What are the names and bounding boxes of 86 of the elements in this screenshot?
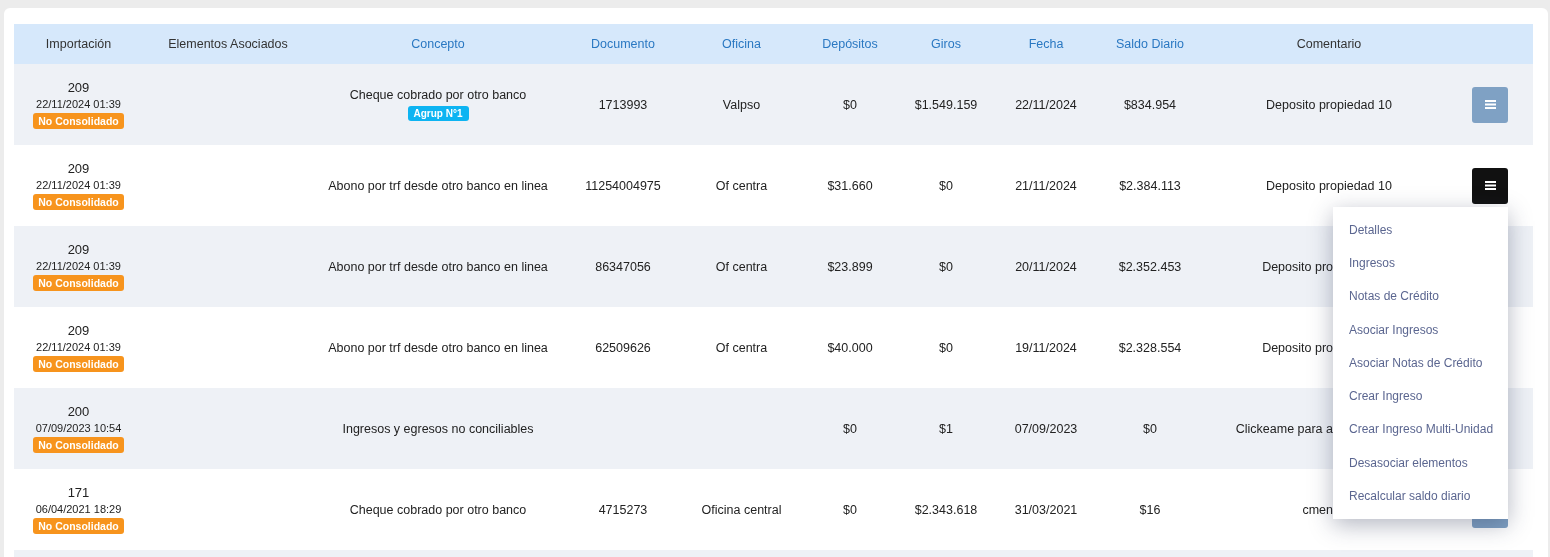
document-number: 86347056 — [595, 259, 651, 274]
withdrawal-amount: $0 — [939, 259, 953, 274]
document-number: 11254004975 — [585, 178, 661, 193]
menu-item[interactable]: Ingresos — [1333, 246, 1508, 280]
import-date: 22/11/2024 01:39 — [36, 98, 121, 110]
concept-text: Abono por trf desde otro banco en linea — [328, 259, 548, 274]
import-number: 200 — [67, 404, 90, 419]
column-header: Comentario — [1296, 37, 1362, 51]
document-number: 62509626 — [595, 340, 651, 355]
comment-text: Deposito pro — [1262, 259, 1333, 274]
column-header: Elementos Asociados — [168, 37, 288, 51]
menu-item[interactable]: Asociar Notas de Crédito — [1333, 346, 1508, 380]
daily-balance: $0 — [1143, 421, 1157, 436]
sortable-column-header[interactable]: Depósitos — [822, 37, 878, 51]
daily-balance: $16 — [1139, 502, 1161, 517]
transaction-date: 07/09/2023 — [1014, 421, 1078, 436]
daily-balance: $2.328.554 — [1118, 340, 1182, 355]
import-number: 209 — [67, 80, 90, 95]
comment-text: Deposito pro — [1262, 340, 1333, 355]
import-number: 171 — [67, 485, 90, 500]
menu-icon — [1484, 100, 1496, 109]
daily-balance: $2.352.453 — [1118, 259, 1182, 274]
menu-icon — [1484, 181, 1496, 190]
withdrawal-amount: $0 — [939, 178, 953, 193]
status-badge: No Consolidado — [33, 437, 124, 453]
comment-text: Deposito propiedad 10 — [1266, 178, 1392, 193]
column-header: Importación — [45, 37, 112, 51]
withdrawal-amount: $1 — [939, 421, 953, 436]
import-date: 22/11/2024 01:39 — [36, 260, 121, 272]
transaction-date: 19/11/2024 — [1015, 340, 1077, 355]
sortable-column-header[interactable]: Giros — [931, 37, 961, 51]
menu-item[interactable]: Crear Ingreso — [1333, 379, 1508, 413]
deposit-amount: $31.660 — [827, 178, 873, 193]
sortable-column-header[interactable]: Concepto — [411, 37, 465, 51]
transaction-date: 20/11/2024 — [1015, 259, 1077, 274]
import-date: 06/04/2021 18:29 — [35, 503, 122, 515]
daily-balance: $834.954 — [1123, 97, 1177, 112]
withdrawal-amount: $1.549.159 — [914, 97, 978, 112]
menu-item[interactable]: Recalcular saldo diario — [1333, 479, 1508, 513]
menu-item[interactable]: Crear Ingreso Multi-Unidad — [1333, 412, 1508, 447]
office-name: Oficina central — [701, 502, 782, 517]
import-number: 209 — [67, 242, 90, 257]
office-name: Of centra — [715, 178, 768, 193]
import-number: 209 — [67, 161, 90, 176]
deposit-amount: $0 — [843, 97, 857, 112]
deposit-amount: $0 — [843, 502, 857, 517]
office-name: Valpso — [722, 97, 761, 112]
office-name: Of centra — [715, 340, 768, 355]
comment-text: Clickeame para a — [1235, 421, 1333, 436]
menu-button[interactable] — [1472, 167, 1508, 204]
import-date: 07/09/2023 10:54 — [35, 422, 122, 434]
deposit-amount: $23.899 — [827, 259, 873, 274]
comment-text: cmen — [1302, 502, 1333, 517]
withdrawal-amount: $0 — [939, 340, 953, 355]
daily-balance: $2.384.113 — [1119, 178, 1181, 193]
menu-item[interactable]: Notas de Crédito — [1333, 279, 1508, 313]
document-number: 4715273 — [598, 502, 648, 517]
concept-text: Cheque cobrado por otro banco — [349, 88, 527, 102]
sortable-column-header[interactable]: Fecha — [1028, 37, 1064, 51]
office-name: Of centra — [715, 259, 768, 274]
status-badge: No Consolidado — [33, 194, 124, 210]
document-number: 1713993 — [598, 97, 648, 112]
import-date: 22/11/2024 01:39 — [36, 341, 121, 353]
sortable-column-header[interactable]: Oficina — [722, 37, 761, 51]
menu-item[interactable]: Asociar Ingresos — [1333, 312, 1508, 347]
transaction-date: 21/11/2024 — [1015, 178, 1077, 193]
deposit-amount: $40.000 — [827, 340, 873, 355]
menu-item[interactable]: Desasociar elementos — [1333, 446, 1508, 480]
concept-text: Abono por trf desde otro banco en linea — [328, 340, 548, 355]
status-badge: No Consolidado — [33, 275, 124, 291]
status-badge: No Consolidado — [33, 518, 124, 534]
import-number: 209 — [67, 323, 90, 338]
concept-text: Ingresos y egresos no conciliables — [342, 421, 534, 436]
transaction-date: 22/11/2024 — [1015, 97, 1077, 112]
import-date: 22/11/2024 01:39 — [36, 179, 121, 191]
sortable-column-header[interactable]: Documento — [591, 37, 655, 51]
transaction-date: 31/03/2021 — [1014, 502, 1078, 517]
status-badge: No Consolidado — [33, 113, 124, 129]
deposit-amount: $0 — [843, 421, 857, 436]
concept-text: Cheque cobrado por otro banco — [349, 502, 527, 517]
comment-text: Deposito propiedad 10 — [1266, 97, 1392, 112]
concept-text: Abono por trf desde otro banco en linea — [328, 178, 548, 193]
group-tag: Agrup N°1 — [407, 106, 469, 121]
menu-item[interactable]: Detalles — [1333, 213, 1508, 247]
withdrawal-amount: $2.343.618 — [914, 502, 978, 517]
status-badge: No Consolidado — [33, 356, 124, 372]
